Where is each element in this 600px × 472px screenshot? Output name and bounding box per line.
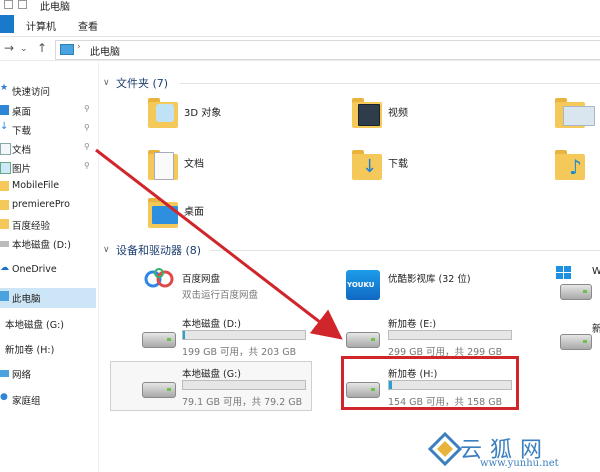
folder-desktop-icon[interactable]	[148, 196, 188, 232]
pin-icon[interactable]: ⚲	[84, 104, 90, 113]
drive-g-name[interactable]: 本地磁盘 (G:)	[182, 366, 241, 380]
watermark-logo-icon	[428, 432, 462, 466]
up-icon[interactable]: ↑	[37, 41, 47, 55]
section-divider	[180, 83, 600, 84]
highlight-box	[341, 356, 519, 410]
section-folders-heading[interactable]: 文件夹 (7)	[116, 75, 168, 91]
forward-icon[interactable]: →	[4, 41, 14, 55]
title-bar: 此电脑	[0, 0, 600, 13]
homegroup-icon: ●	[0, 392, 8, 402]
breadcrumb-separator-icon: ›	[77, 42, 81, 52]
youku-name[interactable]: 优酷影视库 (32 位)	[388, 271, 471, 285]
sidebar-item-downloads[interactable]: ↓ 下载 ⚲	[0, 121, 96, 139]
watermark-url: www.yunhu.net	[480, 458, 559, 469]
sidebar-item-documents[interactable]: 文档 ⚲	[0, 140, 96, 158]
pin-icon[interactable]: ⚲	[84, 161, 90, 170]
folder-videos-label[interactable]: 视频	[388, 104, 408, 119]
folder-downloads-icon[interactable]: ↓	[352, 148, 392, 184]
drive-e-name[interactable]: 新加卷 (E:)	[388, 316, 436, 330]
chevron-down-icon[interactable]: ⌄	[20, 44, 28, 54]
windows-logo-icon[interactable]	[556, 266, 572, 280]
sidebar-item-homegroup[interactable]: ● 家庭组	[0, 391, 96, 409]
folder-3d-objects-icon[interactable]	[148, 96, 188, 132]
sidebar-item-onedrive[interactable]: ☁ OneDrive	[0, 262, 96, 280]
cloud-icon: ☁	[0, 263, 9, 273]
drive-c-icon[interactable]	[560, 284, 592, 300]
collapse-chevron-icon[interactable]: ∨	[103, 245, 110, 255]
address-bar[interactable]	[55, 40, 600, 60]
folder-3d-objects-label[interactable]: 3D 对象	[184, 104, 221, 119]
sidebar-item-local-disk-g[interactable]: 本地磁盘 (G:)	[0, 315, 96, 333]
computer-icon	[0, 291, 9, 301]
drive-f-label-cut[interactable]: 新	[592, 320, 600, 335]
navigation-pane: ★ 快速访问 桌面 ⚲ ↓ 下载 ⚲ 文档 ⚲ 图片 ⚲ MobileFile …	[0, 62, 99, 472]
desktop-icon	[0, 105, 9, 115]
sidebar-item-local-disk-d[interactable]: 本地磁盘 (D:)	[0, 235, 96, 253]
folder-music-icon[interactable]: ♪	[555, 148, 600, 184]
drive-g-free-space: 79.1 GB 可用，共 79.2 GB	[182, 397, 303, 408]
sidebar-item-new-volume-h[interactable]: 新加卷 (H:)	[0, 340, 96, 358]
document-icon	[0, 143, 11, 155]
drive-e-usage-bar	[388, 330, 512, 340]
computer-icon	[60, 44, 74, 55]
folder-icon	[0, 219, 9, 229]
folder-documents-label[interactable]: 文档	[184, 155, 204, 170]
youku-icon[interactable]: YOUKU	[346, 270, 380, 300]
folder-downloads-label[interactable]: 下载	[388, 155, 408, 170]
drive-d-usage-bar	[182, 330, 306, 340]
download-icon: ↓	[0, 121, 9, 132]
folder-documents-icon[interactable]	[148, 148, 188, 184]
breadcrumb[interactable]: 此电脑	[90, 43, 120, 58]
drive-e-icon[interactable]	[346, 332, 380, 348]
sidebar-item-premierepro[interactable]: premierePro	[0, 197, 96, 215]
picture-icon	[0, 162, 11, 174]
drive-icon	[0, 241, 9, 247]
folder-videos-icon[interactable]	[352, 96, 392, 132]
sidebar-item-network[interactable]: 网络	[0, 365, 96, 383]
sidebar-item-desktop[interactable]: 桌面 ⚲	[0, 102, 96, 120]
drive-d-icon[interactable]	[142, 332, 176, 348]
tab-computer[interactable]: 计算机	[26, 18, 56, 33]
collapse-chevron-icon[interactable]: ∨	[103, 78, 110, 88]
file-tab[interactable]	[0, 15, 14, 33]
tab-view[interactable]: 查看	[78, 18, 98, 33]
checkbox-icon[interactable]	[4, 0, 13, 9]
section-devices-heading[interactable]: 设备和驱动器 (8)	[116, 242, 201, 258]
drive-c-label-cut[interactable]: W	[592, 266, 600, 277]
drive-d-name[interactable]: 本地磁盘 (D:)	[182, 316, 241, 330]
baidu-netdisk-icon[interactable]	[144, 267, 174, 291]
drive-g-icon[interactable]	[142, 382, 176, 398]
folder-icon	[0, 200, 9, 210]
baidu-netdisk-name[interactable]: 百度网盘	[182, 271, 220, 285]
network-icon	[0, 370, 9, 377]
pin-icon[interactable]: ⚲	[84, 142, 90, 151]
sidebar-item-this-pc[interactable]: 此电脑	[0, 288, 96, 308]
page-icon[interactable]	[18, 0, 27, 9]
baidu-netdisk-subtitle: 双击运行百度网盘	[182, 290, 259, 301]
folder-desktop-label[interactable]: 桌面	[184, 203, 204, 218]
folder-icon	[0, 181, 9, 191]
star-icon: ★	[0, 83, 9, 93]
drive-d-free-space: 199 GB 可用，共 203 GB	[182, 347, 297, 358]
drive-f-icon[interactable]	[560, 334, 592, 350]
sidebar-item-baidu-experience[interactable]: 百度经验	[0, 216, 96, 234]
folder-pictures-icon[interactable]	[555, 96, 600, 132]
drive-g-usage-bar	[182, 380, 306, 390]
pin-icon[interactable]: ⚲	[84, 123, 90, 132]
sidebar-item-pictures[interactable]: 图片 ⚲	[0, 159, 96, 177]
sidebar-item-mobilefile[interactable]: MobileFile	[0, 178, 96, 196]
section-divider	[210, 250, 600, 251]
sidebar-item-quick-access[interactable]: ★ 快速访问	[0, 82, 96, 100]
